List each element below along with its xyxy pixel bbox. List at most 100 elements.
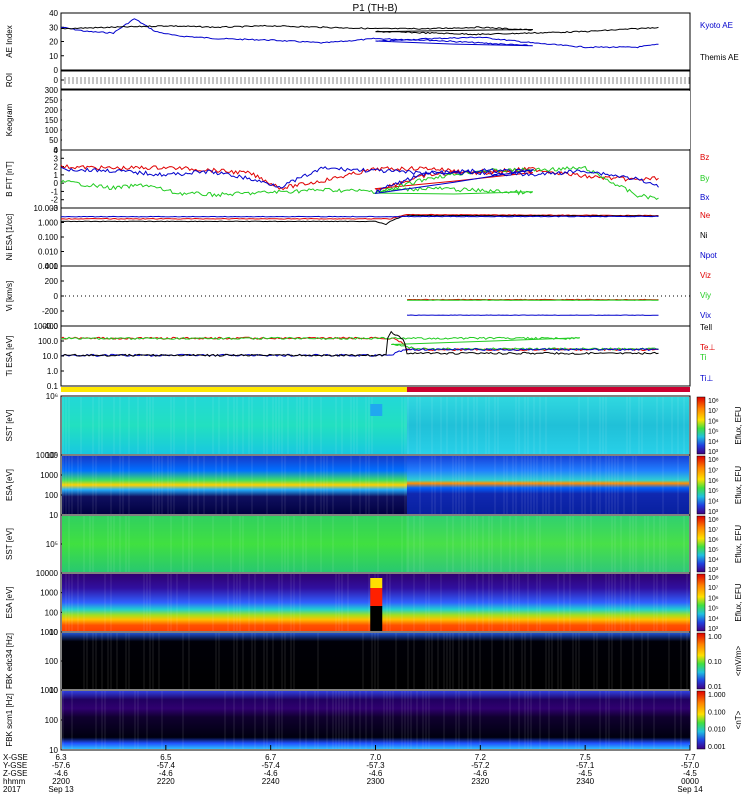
legend-ni-2: Npot	[700, 251, 718, 260]
ylabel-text-vi: Vi [km/s]	[5, 281, 14, 312]
colorbar-tick-fbk1: 1.00	[708, 634, 722, 641]
colorbar-tick-fbk2: 1.000	[708, 692, 726, 699]
heatmap-esa1	[62, 456, 407, 514]
ylabel-ni: Ni ESA [1/cc]	[5, 214, 14, 261]
colorbar-tick-sst1: 10⁸	[708, 398, 719, 405]
series-line-ae-Themis AE	[60, 24, 659, 36]
esa2-spike-top	[370, 578, 383, 588]
xtick-label: Sep 14	[677, 785, 703, 794]
colorbar-sst2	[696, 515, 706, 573]
ytick-esa2: 100	[45, 608, 59, 617]
ytick-ni: 0.010	[38, 248, 59, 257]
colorbar-tick-esa2: 10⁶	[708, 595, 719, 602]
ytick-ni: 10.000	[34, 204, 59, 213]
colorbar-tick-sst1: 10⁵	[708, 429, 719, 436]
colorbar-tick-esa1: 10⁵	[708, 488, 719, 495]
ytick-ni: 1.000	[38, 219, 59, 228]
ytick-ti: 1000.0	[34, 322, 59, 331]
panel-frame-bfit	[60, 149, 691, 209]
ylabel-vi: Vi [km/s]	[5, 281, 14, 312]
zlabel-text-sst2: Eflux, EFU	[734, 525, 743, 563]
legend-vi-1: Viy	[700, 291, 711, 300]
colorbar-tick-sst2: 10⁶	[708, 537, 719, 544]
ytick-keogram: 200	[45, 106, 59, 115]
xaxis-row-label: 2017	[3, 785, 21, 794]
colorbar-sst1	[696, 396, 706, 455]
legend-ae-1: Themis AE	[700, 53, 739, 62]
xtick-label: 2320	[471, 777, 489, 786]
panel-frame-vi	[60, 265, 691, 327]
series-line-ti-Te⊥	[60, 336, 659, 352]
xtick-label: Sep 13	[48, 785, 74, 794]
ytick-keogram: 100	[45, 126, 59, 135]
heatmap-fbk1	[62, 633, 690, 689]
ytick-keogram: 300	[45, 86, 59, 95]
legend-ni-1: Ni	[700, 231, 708, 240]
zlabel-text-fbk1: <mV/m>	[734, 646, 743, 677]
zlabel-text-esa2: Eflux, EFU	[734, 583, 743, 621]
legend-vi-0: Viz	[700, 271, 711, 280]
ylabel-fbk1: FBK edc34 [Hz]	[5, 633, 14, 689]
ytick-keogram: 50	[49, 136, 58, 145]
heatmap-fbk2	[62, 691, 690, 749]
ylabel-text-keogram: Keogram	[5, 103, 14, 136]
ytick-fbk2: 100	[45, 716, 59, 725]
colorbar-tick-sst2: 10⁵	[708, 547, 719, 554]
colorbar-esa2	[696, 573, 706, 632]
zlabel-esa1: Eflux, EFU	[734, 466, 743, 504]
zlabel-sst2: Eflux, EFU	[734, 525, 743, 563]
ytick-ti: 10.0	[42, 352, 58, 361]
zlabel-fbk1: <mV/m>	[734, 646, 743, 677]
zlabel-esa2: Eflux, EFU	[734, 583, 743, 621]
legend-bfit-2: Bx	[700, 193, 709, 202]
ytick-ae: 0	[54, 66, 59, 75]
ylabel-keogram: Keogram	[5, 103, 14, 136]
series-line-ti-Ti	[60, 336, 659, 351]
colorbar-tick-esa1: 10⁶	[708, 478, 719, 485]
series-line-ae-Kyoto AE	[60, 18, 659, 49]
colorbar-tick-sst1: 10⁴	[708, 439, 719, 446]
ytick-fbk1: 1000	[40, 628, 58, 637]
legend-ti-0: Te⊥	[700, 343, 715, 352]
colorbar-tick-esa1: 10³	[708, 509, 719, 516]
legend-ni-0: Ne	[700, 211, 711, 220]
colorbar-tick-esa1: 10⁴	[708, 499, 719, 506]
ytick-fbk2: 1000	[40, 686, 58, 695]
zlabel-text-fbk2: <nT>	[734, 710, 743, 729]
legend-vi-3: Tell	[700, 323, 712, 332]
colorbar-esa1	[696, 455, 706, 515]
legend-vi-2: Vix	[700, 311, 711, 320]
colorbar-tick-sst2: 10³	[708, 567, 719, 574]
ylabel-text-roi: ROI	[5, 73, 14, 87]
colorbar-fbk1	[696, 632, 706, 690]
ytick-vi: 200	[45, 277, 59, 286]
ytick-keogram: 250	[45, 96, 59, 105]
ytick-ae: 40	[49, 9, 58, 18]
ytick-sst2: 10⁵	[46, 540, 58, 549]
ylabel-text-bfit: B FIT [nT]	[5, 161, 14, 196]
colorbar-tick-sst1: 10³	[708, 449, 719, 456]
xtick-label: 2340	[576, 777, 594, 786]
legend-ae-0: Kyoto AE	[700, 21, 733, 30]
zlabel-sst1: Eflux, EFU	[734, 406, 743, 444]
ytick-esa2: 1000	[40, 589, 58, 598]
ytick-ti: 1.0	[47, 367, 59, 376]
zlabel-fbk2: <nT>	[734, 710, 743, 729]
ylabel-bfit: B FIT [nT]	[5, 161, 14, 196]
legend-bfit-1: By	[700, 174, 709, 183]
ytick-ae: 10	[49, 52, 58, 61]
ylabel-text-sst2: SST [eV]	[5, 528, 14, 560]
heatmap-esa1-b	[406, 456, 689, 514]
series-line-ni-Npot	[60, 215, 659, 218]
colorbar-tick-fbk1: 0.10	[708, 659, 722, 666]
colorbar-tick-esa2: 10⁸	[708, 575, 719, 582]
ytick-roi: 0	[54, 76, 59, 85]
ytick-ti: 100.0	[38, 337, 59, 346]
legend-ti-2: Ti⊥	[700, 374, 713, 383]
ytick-sst1: 10⁶	[46, 392, 58, 401]
colorbar-tick-esa2: 10⁴	[708, 616, 719, 623]
ytick-esa1: 10000	[36, 451, 59, 460]
colorbar-tick-esa1: 10⁸	[708, 457, 719, 464]
colorbar-tick-sst2: 10⁷	[708, 527, 719, 534]
colorbar-tick-fbk1: 0.01	[708, 684, 722, 691]
